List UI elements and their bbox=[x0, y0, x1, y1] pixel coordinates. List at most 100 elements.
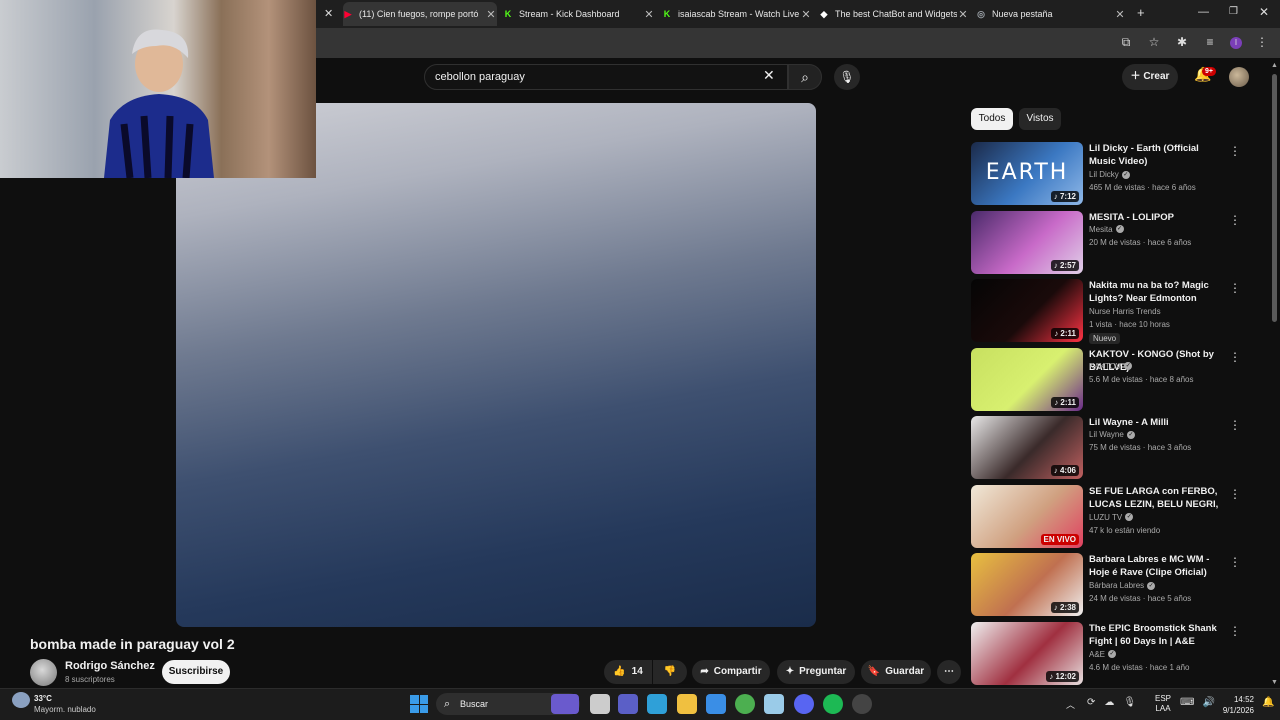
dislike-button[interactable]: 👎 bbox=[653, 660, 687, 684]
more-actions-button[interactable]: ⋯ bbox=[937, 660, 961, 684]
chip-vistos[interactable]: Vistos bbox=[1019, 108, 1061, 130]
weather-temp[interactable]: 33°C bbox=[34, 694, 52, 703]
browser-tab[interactable]: K Stream - Kick Dashboard ✕ bbox=[503, 2, 655, 26]
related-video-item[interactable]: ♪ 2:11 Nakita mu na ba to? Magic Lights? … bbox=[971, 279, 1251, 344]
kebab-menu-icon[interactable]: ⋮ bbox=[1229, 487, 1241, 501]
search-input[interactable]: cebollon paraguay bbox=[424, 64, 788, 90]
clock[interactable]: 14:52 9/1/2026 bbox=[1218, 694, 1254, 716]
video-thumbnail[interactable]: EN VIVO bbox=[971, 484, 1083, 548]
related-channel-name[interactable]: Nurse Harris Trends bbox=[1089, 307, 1161, 316]
search-icon[interactable]: ⌕ bbox=[788, 64, 822, 90]
kebab-menu-icon[interactable]: ⋮ bbox=[1229, 213, 1241, 227]
related-video-title[interactable]: Lil Dicky - Earth (Official Music Video) bbox=[1089, 142, 1225, 168]
clear-search-icon[interactable]: ✕ bbox=[763, 67, 775, 84]
video-thumbnail[interactable]: EARTH ♪ 7:12 bbox=[971, 142, 1083, 205]
kebab-menu-icon[interactable]: ⋮ bbox=[1229, 624, 1241, 638]
video-thumbnail[interactable]: ♪ 2:11 bbox=[971, 279, 1083, 342]
related-video-title[interactable]: MESITA - LOLIPOP bbox=[1089, 211, 1225, 224]
reading-list-icon[interactable]: ≡ bbox=[1202, 35, 1218, 50]
kebab-menu-icon[interactable]: ⋮ bbox=[1229, 418, 1241, 432]
start-windows-icon[interactable] bbox=[410, 695, 428, 713]
video-thumbnail[interactable]: ♪ 2:57 bbox=[971, 210, 1083, 274]
tab-close-icon[interactable]: ✕ bbox=[1114, 8, 1126, 21]
kebab-menu-icon[interactable]: ⋮ bbox=[1229, 281, 1241, 295]
new-tab-button[interactable]: + bbox=[1137, 5, 1145, 20]
related-video-item[interactable]: ♪ 2:57 MESITA - LOLIPOP Mesita ✓ 20 M de vis… bbox=[971, 210, 1251, 275]
save-button[interactable]: 🔖 Guardar bbox=[861, 660, 931, 684]
browser-tab[interactable]: Kisaiascab Stream - Watch Live o ✕ bbox=[662, 2, 812, 26]
tray-chevron-icon[interactable]: ︿ bbox=[1066, 698, 1075, 711]
tab-close-icon[interactable]: ✕ bbox=[800, 8, 812, 21]
browser-tab[interactable]: ◆ The best ChatBot and Widgets ✕ bbox=[819, 2, 969, 26]
related-video-item[interactable]: EN VIVO SE FUE LARGA con FERBO, LUCAS LEZ… bbox=[971, 484, 1251, 549]
notepad-icon[interactable] bbox=[764, 694, 784, 714]
related-channel-name[interactable]: Lil Dicky ✓ bbox=[1089, 170, 1130, 179]
tab-close-icon[interactable]: ✕ bbox=[324, 7, 333, 20]
subscribe-button[interactable]: Suscribirse bbox=[162, 660, 230, 684]
restore-icon[interactable]: ❐ bbox=[1229, 6, 1238, 17]
create-button[interactable]: ＋ Crear bbox=[1122, 64, 1178, 90]
weather-icon[interactable] bbox=[12, 692, 30, 708]
task-view-icon[interactable] bbox=[590, 694, 610, 714]
file-explorer-icon[interactable] bbox=[677, 694, 697, 714]
related-video-title[interactable]: Barbara Labres e MC WM - Hoje é Rave (Cl… bbox=[1089, 553, 1225, 579]
related-channel-name[interactable]: LUZU TV ✓ bbox=[1089, 513, 1134, 522]
video-thumbnail[interactable]: ♪ 4:06 bbox=[971, 416, 1083, 479]
tab-close-icon[interactable]: ✕ bbox=[485, 8, 497, 21]
channel-avatar[interactable] bbox=[30, 659, 57, 686]
network-icon[interactable]: ⌨ bbox=[1180, 697, 1194, 708]
extensions-icon[interactable]: ✱ bbox=[1174, 35, 1190, 50]
chrome-icon[interactable] bbox=[735, 694, 755, 714]
discord-icon[interactable] bbox=[794, 694, 814, 714]
chip-todos[interactable]: Todos bbox=[971, 108, 1013, 130]
browser-tab[interactable]: ▶ (11) Cien fuegos, rompe portó ✕ bbox=[343, 2, 497, 26]
microphone-tray-icon[interactable]: 🎙 bbox=[1123, 697, 1136, 708]
copilot-app-icon[interactable] bbox=[647, 694, 667, 714]
language-indicator[interactable]: ESP LAA bbox=[1155, 694, 1171, 714]
video-thumbnail[interactable]: ♪ 2:38 bbox=[971, 553, 1083, 616]
onedrive-icon[interactable]: ☁ bbox=[1104, 697, 1114, 708]
related-channel-name[interactable]: A&E ✓ bbox=[1089, 650, 1117, 659]
mic-icon[interactable]: 🎙 bbox=[834, 64, 860, 90]
channel-name[interactable]: Rodrigo Sánchez bbox=[65, 660, 155, 672]
cast-icon[interactable]: ⧉ bbox=[1118, 35, 1134, 50]
tab-close-icon[interactable]: ✕ bbox=[957, 8, 969, 21]
related-video-item[interactable]: ♪ 12:02 The EPIC Broomstick Shank Fight |… bbox=[971, 621, 1251, 686]
account-avatar[interactable] bbox=[1229, 67, 1249, 87]
related-channel-name[interactable]: Bárbara Labres ✓ bbox=[1089, 581, 1156, 590]
teams-icon[interactable] bbox=[618, 694, 638, 714]
close-window-icon[interactable]: ✕ bbox=[1259, 5, 1269, 19]
copilot-icon[interactable] bbox=[551, 694, 579, 714]
related-channel-name[interactable]: Mesita ✓ bbox=[1089, 225, 1124, 234]
kebab-menu-icon[interactable]: ⋮ bbox=[1229, 350, 1241, 364]
related-video-item[interactable]: ♪ 2:11 KAKTOV - KONGO (Shot by BALLVE) KAK… bbox=[971, 347, 1251, 412]
scrollbar[interactable]: ▲ ▼ bbox=[1271, 62, 1278, 686]
related-video-item[interactable]: EARTH ♪ 7:12 Lil Dicky - Earth (Official M… bbox=[971, 142, 1251, 206]
sync-icon[interactable]: ⟳ bbox=[1087, 697, 1095, 708]
video-thumbnail[interactable]: ♪ 12:02 bbox=[971, 621, 1083, 685]
bookmark-star-icon[interactable]: ☆ bbox=[1146, 35, 1162, 50]
spotify-icon[interactable] bbox=[823, 694, 843, 714]
related-video-title[interactable]: The EPIC Broomstick Shank Fight | 60 Day… bbox=[1089, 622, 1225, 648]
related-video-title[interactable]: Lil Wayne - A Milli bbox=[1089, 416, 1225, 429]
related-video-title[interactable]: Nakita mu na ba to? Magic Lights? Near E… bbox=[1089, 279, 1225, 305]
minimize-icon[interactable]: — bbox=[1198, 6, 1209, 18]
related-video-item[interactable]: ♪ 2:38 Barbara Labres e MC WM - Hoje é Ra… bbox=[971, 553, 1251, 617]
video-player[interactable] bbox=[176, 103, 816, 627]
profile-icon[interactable]: I bbox=[1230, 37, 1242, 49]
kebab-menu-icon[interactable]: ⋮ bbox=[1229, 555, 1241, 569]
ask-button[interactable]: ✦ Preguntar bbox=[777, 660, 855, 684]
related-video-title[interactable]: SE FUE LARGA con FERBO, LUCAS LEZIN, BEL… bbox=[1089, 485, 1225, 511]
related-channel-name[interactable]: KAKTOV ✓ bbox=[1089, 362, 1133, 371]
tab-close-icon[interactable]: ✕ bbox=[643, 8, 655, 21]
browser-menu-icon[interactable]: ⋮ bbox=[1254, 35, 1270, 50]
browser-tab[interactable]: ◎ Nueva pestaña ✕ bbox=[976, 2, 1126, 26]
notification-center-icon[interactable]: 🔔 bbox=[1262, 697, 1274, 708]
related-video-item[interactable]: ♪ 4:06 Lil Wayne - A Milli Lil Wayne ✓ 75 M … bbox=[971, 416, 1251, 480]
video-thumbnail[interactable]: ♪ 2:11 bbox=[971, 347, 1083, 411]
related-channel-name[interactable]: Lil Wayne ✓ bbox=[1089, 430, 1135, 439]
share-button[interactable]: ➦ Compartir bbox=[692, 660, 770, 684]
like-button[interactable]: 👍 14 bbox=[604, 660, 652, 684]
store-icon[interactable] bbox=[706, 694, 726, 714]
volume-icon[interactable]: 🔊 bbox=[1202, 697, 1214, 708]
